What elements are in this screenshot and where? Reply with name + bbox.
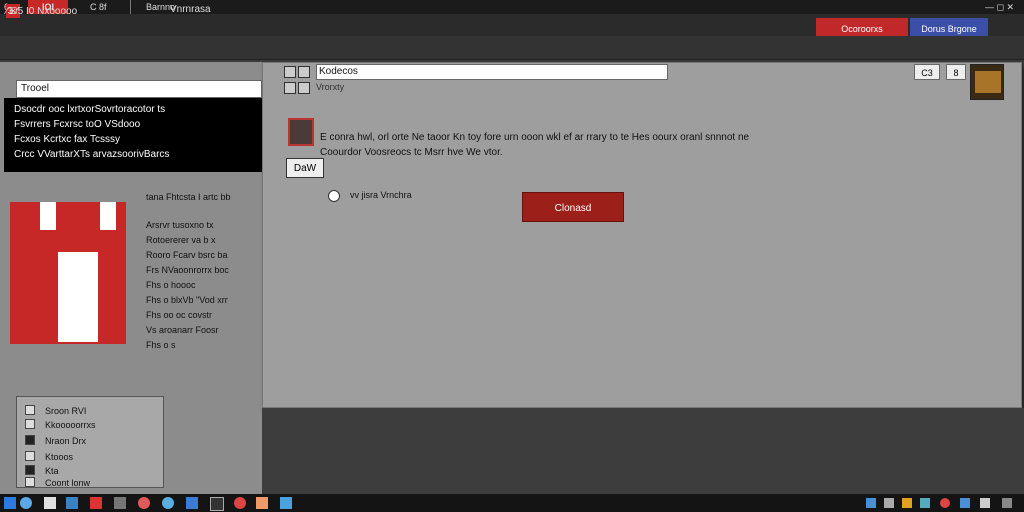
- side-text-line: Rotoererer va b x: [146, 235, 216, 245]
- list-item-label: Kkooooorrxs: [45, 420, 96, 430]
- dialog-message-line: E conra hwl, orl orte Ne taoor Kn toy fo…: [320, 132, 750, 143]
- description-line: Dsocdr ooc lxrtxorSovrtoracotor ts: [14, 104, 166, 115]
- battery-icon[interactable]: [902, 498, 912, 508]
- side-text-line: Fhs oo oc covstr: [146, 310, 213, 320]
- chrome-icon[interactable]: [940, 498, 950, 508]
- search-input[interactable]: Trooel: [16, 80, 262, 98]
- calendar-icon[interactable]: [960, 498, 970, 508]
- taskbar: [0, 494, 1024, 512]
- dialog-nav-icon[interactable]: [284, 82, 296, 94]
- dialog-title-input[interactable]: Kodecos: [316, 64, 668, 80]
- dialog-nav-icon[interactable]: [298, 82, 310, 94]
- side-text-line: Fhs o blxVb "Vod xrr: [146, 295, 228, 305]
- side-text-line: Frs NVaoonrorrx boc: [146, 265, 229, 275]
- chrome-icon[interactable]: [234, 497, 246, 509]
- dialog-message-line: Coourdor Voosreocs tc Msrr hve We vtor.: [320, 147, 503, 158]
- option-radio[interactable]: [328, 190, 340, 202]
- dialog-max-button[interactable]: 8: [946, 64, 966, 80]
- list-item-label: Nraon Drx: [45, 436, 87, 446]
- title-bar-divider: [130, 0, 131, 14]
- dialog-secondary-button[interactable]: DaW: [286, 158, 324, 178]
- dialog-subtitle: Vrorxty: [316, 82, 345, 92]
- brand-logo-part: [100, 202, 116, 230]
- dialog-nav-icon[interactable]: [298, 66, 310, 78]
- background-area: [262, 408, 1024, 494]
- option-radio-label: vv jisra Vrnchra: [350, 190, 412, 200]
- checkbox[interactable]: [25, 477, 35, 487]
- volume-icon[interactable]: [884, 498, 894, 508]
- checkbox-list: Sroon RVI Kkooooorrxs Nraon Drx Ktooos K…: [16, 396, 164, 488]
- toolbar-red-button[interactable]: Ocoroorxs: [816, 18, 908, 38]
- media-icon[interactable]: [162, 497, 174, 509]
- side-text: Arsrvr tusoxno tx Rotoererer va b x Roor…: [146, 218, 262, 353]
- windows-icon[interactable]: [4, 497, 16, 509]
- search-icon[interactable]: [20, 497, 32, 509]
- side-text-line: Arsrvr tusoxno tx: [146, 220, 214, 230]
- list-item-label: Sroon RVI: [45, 406, 87, 416]
- tab-row: [0, 36, 1024, 60]
- clock-icon[interactable]: [1002, 498, 1012, 508]
- side-text-line: Fhs o s: [146, 340, 176, 350]
- settings-icon[interactable]: [138, 497, 150, 509]
- warning-icon: [288, 118, 314, 146]
- checkbox[interactable]: [25, 435, 35, 445]
- dialog-nav-icon[interactable]: [284, 66, 296, 78]
- side-text-line: Vs aroanarr Foosr: [146, 325, 219, 335]
- description-line: Fsvrrers Fcxrsc toO VSdooo: [14, 119, 141, 130]
- dialog-window: [262, 62, 1022, 408]
- title-bar-tab[interactable]: C 8f: [90, 0, 120, 14]
- app-icon[interactable]: [90, 497, 102, 509]
- network-icon[interactable]: [866, 498, 876, 508]
- chat-icon[interactable]: [920, 498, 930, 508]
- browser-icon[interactable]: [66, 497, 78, 509]
- description-block: Dsocdr ooc lxrtxorSovrtoracotor ts Fsvrr…: [4, 98, 262, 172]
- brand-logo-part: [40, 202, 56, 230]
- window-controls[interactable]: — ◻ ✕: [954, 0, 1014, 14]
- side-text-line: Fhs o hoooc: [146, 280, 196, 290]
- dialog-primary-button[interactable]: Clonasd: [522, 192, 624, 222]
- list-item-label: Kta: [45, 466, 59, 476]
- dialog-message: E conra hwl, orl orte Ne taoor Kn toy fo…: [320, 130, 980, 160]
- menu-bar-title: Vnrnrasa: [170, 4, 211, 15]
- list-item-label: Coont lonw: [45, 478, 91, 488]
- dialog-thumbnail: [970, 64, 1004, 100]
- folder-icon[interactable]: [186, 497, 198, 509]
- side-heading: tana Fhtcsta I artc bb: [146, 192, 231, 202]
- store-icon[interactable]: [280, 497, 292, 509]
- dialog-close-button[interactable]: C3: [914, 64, 940, 80]
- checkbox[interactable]: [25, 405, 35, 415]
- terminal-icon[interactable]: [210, 497, 224, 511]
- tab-row-nav[interactable]: ⁄3 ⁄5 I0 Nxooooo: [6, 6, 77, 17]
- toolbar-blue-button[interactable]: Dorus Brgone: [910, 18, 988, 38]
- notifications-icon[interactable]: [980, 498, 990, 508]
- brand-logo-part: [58, 252, 98, 342]
- side-text-line: Rooro Fcarv bsrc ba: [146, 250, 228, 260]
- checkbox[interactable]: [25, 465, 35, 475]
- explorer-icon[interactable]: [44, 497, 56, 509]
- mail-icon[interactable]: [114, 497, 126, 509]
- title-bar: 6 IOI C 8f Barnno — ◻ ✕: [0, 0, 1024, 14]
- checkbox[interactable]: [25, 419, 35, 429]
- description-line: Crcc VVarttarXTs arvazsoorivBarcs: [14, 149, 170, 160]
- photos-icon[interactable]: [256, 497, 268, 509]
- list-item-label: Ktooos: [45, 452, 74, 462]
- description-line: Fcxos Kcrtxc fax Tcsssy: [14, 134, 120, 145]
- checkbox[interactable]: [25, 451, 35, 461]
- thumbnail-image: [975, 71, 1001, 93]
